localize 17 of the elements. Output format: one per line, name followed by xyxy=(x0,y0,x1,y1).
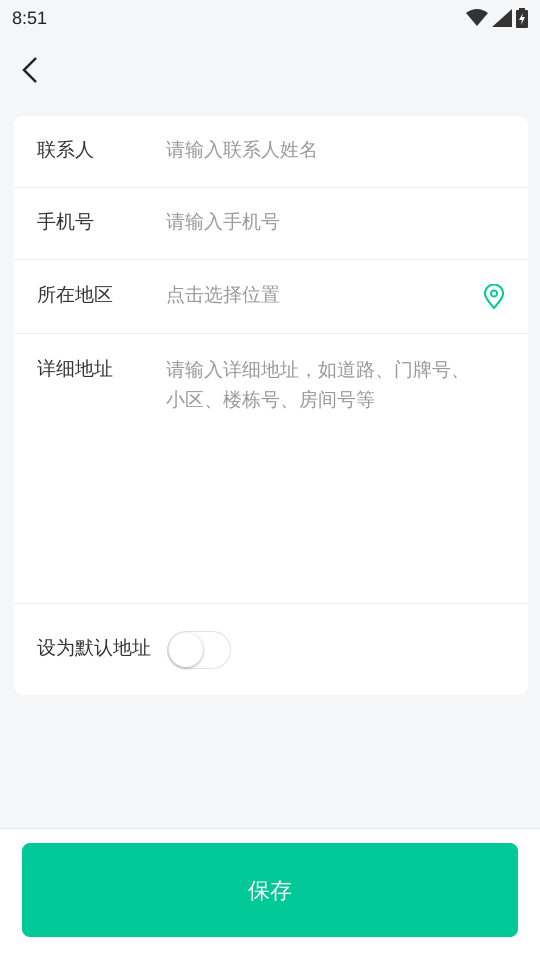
input-field[interactable]: 请输入联系人姓名 xyxy=(166,137,505,166)
status-time: 8:51 xyxy=(12,6,48,30)
save-button[interactable]: 保存 xyxy=(22,843,518,937)
default-switch[interactable] xyxy=(167,630,231,668)
location-field[interactable]: 点击选择位置 xyxy=(166,282,483,311)
field-label: 所在地区 xyxy=(37,284,114,308)
field-label: 手机号 xyxy=(37,211,95,236)
address-field[interactable]: 请输入详细地址，如道路、门牌号、小区、楼栋号、房间号等 xyxy=(166,356,486,416)
input-field[interactable]: 请输入手机号 xyxy=(166,209,505,238)
battery-icon xyxy=(516,8,528,28)
toggle-label: 设为默认地址 xyxy=(37,637,151,662)
location-pin-icon[interactable] xyxy=(483,284,505,310)
wifi-icon xyxy=(466,9,488,27)
field-label: 联系人 xyxy=(37,139,95,164)
back-icon[interactable] xyxy=(20,56,40,84)
field-label: 详细地址 xyxy=(37,358,114,382)
signal-icon xyxy=(492,9,512,27)
